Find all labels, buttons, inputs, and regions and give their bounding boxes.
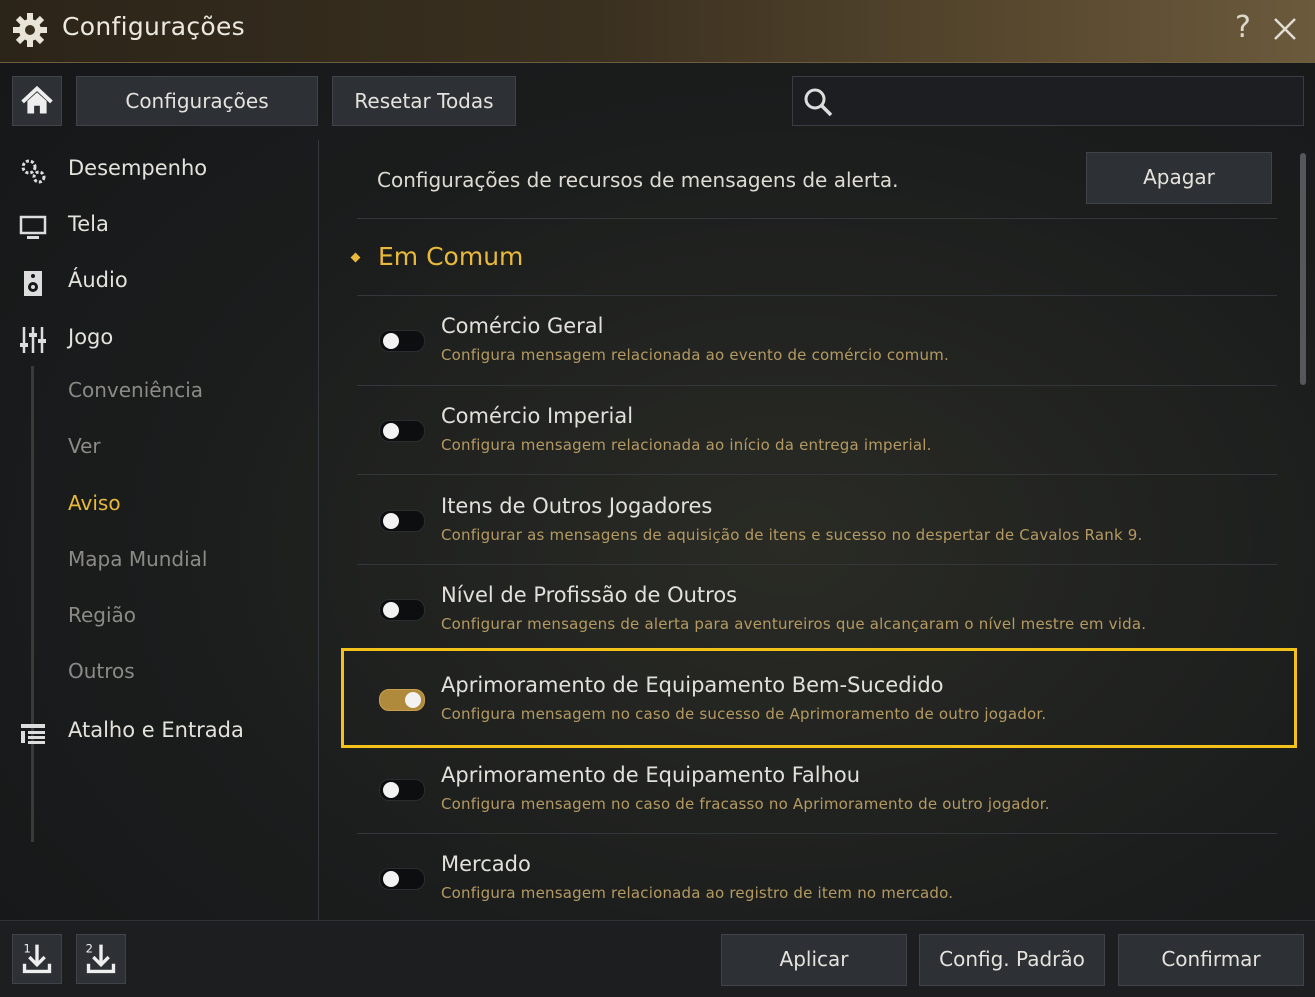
sidebar-subitem-regiao[interactable]: Região	[68, 603, 136, 627]
preset-1-button[interactable]: 1	[12, 934, 62, 984]
sidebar-item-label: Tela	[68, 212, 109, 236]
option-title: Mercado	[441, 852, 531, 876]
toggle-switch[interactable]	[379, 330, 425, 352]
option-mercado: Mercado Configura mensagem relacionada a…	[357, 838, 1277, 920]
preset-number: 1	[24, 941, 31, 955]
search-input[interactable]	[843, 83, 1297, 121]
gear-icon	[13, 13, 47, 47]
toggle-knob	[383, 333, 399, 349]
home-button[interactable]	[12, 76, 62, 126]
sidebar-item-desempenho[interactable]: Desempenho	[0, 146, 318, 194]
preset-2-button[interactable]: 2	[76, 934, 126, 984]
option-aprimoramento-falhou: Aprimoramento de Equipamento Falhou Conf…	[357, 749, 1277, 835]
sidebar-item-audio[interactable]: Áudio	[0, 258, 318, 306]
sidebar-subitem-ver[interactable]: Ver	[68, 434, 101, 458]
tab-configuracoes[interactable]: Configurações	[76, 76, 318, 126]
speaker-icon	[24, 271, 42, 296]
option-description: Configura mensagem relacionada ao início…	[441, 436, 932, 454]
sidebar-subitem-aviso[interactable]: Aviso	[68, 491, 121, 515]
toggle-switch[interactable]	[379, 779, 425, 801]
apply-button[interactable]: Aplicar	[721, 934, 907, 986]
divider	[357, 385, 1277, 386]
clear-button[interactable]: Apagar	[1086, 152, 1272, 204]
sidebar-item-label: Atalho e Entrada	[68, 718, 244, 742]
toggle-knob	[383, 513, 399, 529]
option-itens-de-outros-jogadores: Itens de Outros Jogadores Configurar as …	[357, 480, 1277, 566]
toggle-switch[interactable]	[379, 599, 425, 621]
toggle-knob	[383, 423, 399, 439]
option-description: Configura mensagem relacionada ao evento…	[441, 346, 949, 364]
divider	[357, 218, 1277, 219]
submenu-line	[31, 366, 34, 842]
diamond-bullet-icon	[350, 252, 361, 263]
download-icon: 1	[22, 941, 52, 974]
help-button[interactable]: ?	[1235, 10, 1251, 45]
divider	[357, 474, 1277, 475]
performance-gears-icon	[21, 159, 46, 184]
sidebar-item-label: Jogo	[68, 325, 114, 349]
highlight-frame	[341, 648, 1297, 748]
settings-panel: Configurações de recursos de mensagens d…	[320, 140, 1315, 920]
sidebar-item-tela[interactable]: Tela	[0, 202, 318, 250]
toggle-switch[interactable]	[379, 868, 425, 890]
confirm-button[interactable]: Confirmar	[1118, 934, 1304, 986]
option-comercio-imperial: Comércio Imperial Configura mensagem rel…	[357, 390, 1277, 476]
toggle-switch[interactable]	[379, 510, 425, 532]
divider	[357, 564, 1277, 565]
toggle-knob	[383, 602, 399, 618]
title-bar: Configurações ?	[0, 0, 1315, 63]
toggle-knob	[383, 871, 399, 887]
option-description: Configurar mensagens de alerta para aven…	[441, 615, 1147, 633]
default-settings-button[interactable]: Config. Padrão	[919, 934, 1105, 986]
reset-all-button[interactable]: Resetar Todas	[332, 76, 516, 126]
search-icon	[804, 88, 833, 117]
option-title: Aprimoramento de Equipamento Falhou	[441, 763, 861, 787]
close-icon[interactable]	[1270, 14, 1300, 44]
download-icon: 2	[86, 941, 116, 974]
search-box[interactable]	[792, 76, 1304, 126]
window-title: Configurações	[62, 12, 246, 41]
section-title: Em Comum	[378, 242, 524, 271]
option-nivel-de-profissao: Nível de Profissão de Outros Configurar …	[357, 569, 1277, 655]
sidebar-subitem-outros[interactable]: Outros	[68, 659, 135, 683]
option-title: Nível de Profissão de Outros	[441, 583, 738, 607]
divider	[357, 295, 1277, 296]
shortcut-list-icon	[21, 724, 45, 744]
sidebar-item-label: Áudio	[68, 268, 128, 292]
home-icon	[21, 85, 53, 114]
sidebar-item-atalho-e-entrada[interactable]: Atalho e Entrada	[0, 708, 318, 756]
settings-window: Configurações ? Configurações Resetar To…	[0, 0, 1315, 997]
option-description: Configurar as mensagens de aquisição de …	[441, 526, 1143, 544]
divider	[357, 833, 1277, 834]
sidebar-subitem-mapa-mundial[interactable]: Mapa Mundial	[68, 547, 208, 571]
sidebar-subitem-conveniencia[interactable]: Conveniência	[68, 378, 203, 402]
sidebar-item-label: Desempenho	[68, 156, 208, 180]
preset-number: 2	[86, 941, 93, 955]
monitor-icon	[19, 215, 47, 239]
option-title: Comércio Geral	[441, 314, 604, 338]
scrollbar[interactable]	[1300, 153, 1306, 385]
option-comercio-geral: Comércio Geral Configura mensagem relaci…	[357, 300, 1277, 386]
option-description: Configura mensagem no caso de fracasso n…	[441, 795, 1050, 813]
panel-description: Configurações de recursos de mensagens d…	[377, 168, 899, 192]
toggle-knob	[383, 782, 399, 798]
option-title: Itens de Outros Jogadores	[441, 494, 713, 518]
sidebar-item-jogo[interactable]: Jogo	[0, 315, 318, 363]
sliders-icon	[20, 327, 46, 353]
option-title: Comércio Imperial	[441, 404, 634, 428]
sidebar: Desempenho Tela Áudio Jogo Conveniência …	[0, 140, 319, 920]
option-description: Configura mensagem relacionada ao regist…	[441, 884, 954, 902]
toggle-switch[interactable]	[379, 420, 425, 442]
